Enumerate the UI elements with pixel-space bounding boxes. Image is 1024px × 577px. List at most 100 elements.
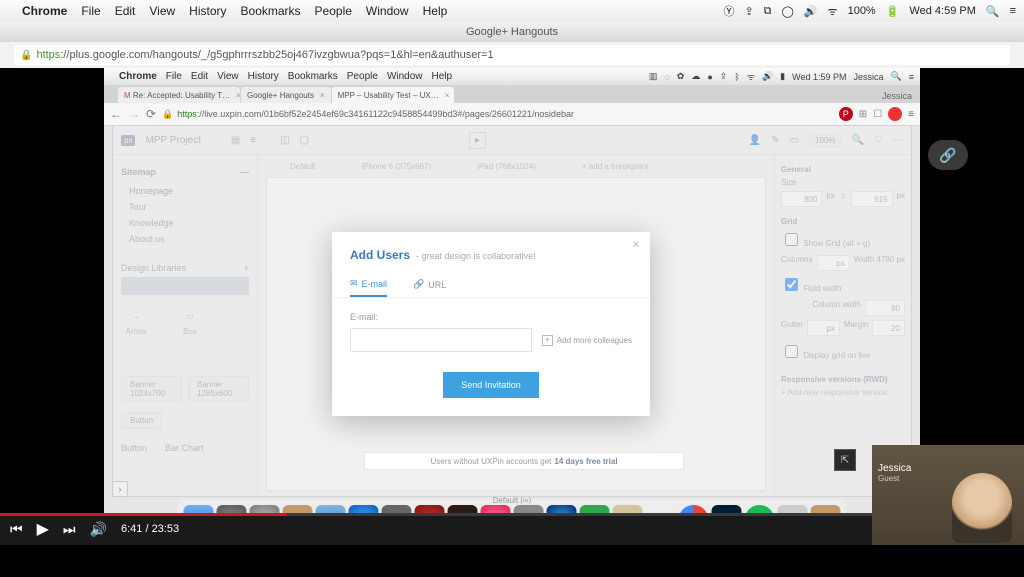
breakpoint[interactable]: Default [290, 162, 315, 171]
inner-clock[interactable]: Wed 1:59 PM [792, 72, 846, 82]
toolbar-icon[interactable]: ≡ [250, 135, 256, 146]
uxpin-ext-icon[interactable] [888, 107, 902, 121]
volume-icon[interactable]: 🔊 [762, 71, 773, 82]
ext-icon[interactable]: ☐ [873, 109, 882, 120]
close-icon[interactable]: × [445, 91, 450, 100]
banner-preset[interactable]: Banner 1285x600 [188, 376, 249, 402]
gutter-input[interactable]: px [807, 320, 840, 336]
back-icon[interactable]: ← [110, 107, 122, 121]
spotlight-icon[interactable]: 🔍 [986, 5, 1000, 18]
element-button[interactable]: Button [121, 443, 147, 453]
box-shape-icon[interactable]: ▭ [175, 305, 205, 327]
zoom-level[interactable]: 100% [809, 134, 841, 147]
bluetooth-icon[interactable]: ᛒ [734, 72, 739, 82]
prev-icon[interactable]: ⏮ [10, 521, 23, 538]
inner-menu-history[interactable]: History [248, 71, 279, 82]
fluid-width-checkbox[interactable] [785, 278, 798, 291]
outer-menu-bookmarks[interactable]: Bookmarks [241, 4, 301, 18]
play-preview-icon[interactable]: ▸ [469, 132, 486, 149]
panel-expand-handle[interactable]: › [112, 481, 128, 497]
outer-menu-file[interactable]: File [81, 4, 100, 18]
collapse-icon[interactable]: — [240, 167, 249, 177]
favorite-icon[interactable]: ♡ [874, 135, 883, 146]
email-input[interactable] [350, 328, 532, 352]
menubar-extra-icon[interactable]: ✿ [677, 71, 685, 82]
battery-icon[interactable]: ▮ [780, 71, 785, 82]
display-icon[interactable]: ◯ [782, 5, 794, 18]
panel-section[interactable]: Grid [781, 217, 905, 226]
add-icon[interactable]: + [244, 263, 249, 273]
banner-preset[interactable]: Banner 1024x700 [121, 376, 182, 402]
tab-email[interactable]: ✉E-mail [350, 272, 387, 297]
toolbar-icon[interactable]: ▢ [300, 135, 309, 146]
inner-user-badge[interactable]: Jessica [874, 91, 920, 103]
notification-center-icon[interactable]: ≡ [909, 72, 914, 82]
display-grid-live-checkbox[interactable] [785, 345, 798, 358]
sitemap-header[interactable]: Sitemap [121, 167, 156, 177]
libraries-header[interactable]: Design Libraries [121, 263, 186, 273]
hangout-link-icon[interactable]: 🔗 [928, 140, 968, 170]
outer-chrome-url-field[interactable]: 🔒 https://plus.google.com/hangouts/_/g5g… [14, 45, 1010, 65]
volume-icon[interactable]: 🔊 [90, 521, 107, 538]
add-rwd-button[interactable]: + Add new responsive version [781, 388, 905, 397]
pinterest-ext-icon[interactable]: P [839, 107, 853, 121]
popout-icon[interactable]: ⇱ [834, 449, 856, 471]
comment-icon[interactable]: ✎ [771, 135, 779, 146]
screen-icon[interactable]: ⧉ [764, 5, 772, 18]
toolbar-icon[interactable]: ▦ [231, 135, 240, 146]
outer-chrome-tab-title[interactable]: Google+ Hangouts [466, 26, 558, 38]
outer-menu-chrome[interactable]: Chrome [22, 4, 67, 18]
page-item[interactable]: Knowledge [121, 215, 249, 231]
inner-url-field[interactable]: 🔒 https://live.uxpin.com/01b6bf52e2454ef… [162, 109, 833, 120]
breakpoint[interactable]: iPad (768x1024) [477, 162, 536, 171]
menubar-extra-icon[interactable]: ▥ [649, 71, 658, 82]
inner-tab-uxpin[interactable]: MPP – Usability Test – UX…× [332, 87, 454, 103]
chrome-menu-icon[interactable]: ≡ [908, 109, 914, 120]
margin-input[interactable]: 20 [872, 320, 905, 336]
toolbar-icon[interactable]: ◫ [280, 135, 289, 146]
forward-icon[interactable]: → [128, 107, 140, 121]
inner-menu-people[interactable]: People [347, 71, 378, 82]
inner-menu-file[interactable]: File [166, 71, 182, 82]
width-input[interactable]: 800 [781, 191, 822, 207]
more-icon[interactable]: ⋯ [893, 135, 903, 146]
dropbox-icon[interactable]: ⇪ [744, 5, 753, 18]
page-item[interactable]: Tour [121, 199, 249, 215]
search-icon[interactable]: 🔍 [852, 135, 864, 146]
page-item[interactable]: About us [121, 231, 249, 247]
next-icon[interactable]: ⏭ [63, 521, 76, 538]
send-invitation-button[interactable]: Send Invitation [443, 372, 539, 398]
inner-tab-hangouts[interactable]: Google+ Hangouts× [241, 87, 331, 103]
inner-user[interactable]: Jessica [854, 72, 884, 82]
menubar-extra-icon[interactable]: ● [707, 72, 712, 82]
col-width-input[interactable]: 80 [865, 300, 905, 316]
columns-input[interactable]: px [817, 255, 850, 271]
close-icon[interactable]: ✕ [632, 240, 640, 251]
add-more-button[interactable]: +Add more colleagues [542, 335, 632, 346]
height-input[interactable]: 515 [851, 191, 892, 207]
evernote-icon[interactable]: Ⓨ [723, 3, 734, 19]
element-button[interactable]: Button [121, 412, 162, 429]
notification-center-icon[interactable]: ≡ [1010, 5, 1016, 17]
inner-menu-window[interactable]: Window [387, 71, 423, 82]
inner-menu-bookmarks[interactable]: Bookmarks [288, 71, 338, 82]
preview-icon[interactable]: ▭ [790, 135, 799, 146]
clock[interactable]: Wed 4:59 PM [909, 5, 975, 17]
battery-icon[interactable]: 🔋 [886, 5, 900, 18]
arrow-shape-icon[interactable]: → [121, 305, 151, 327]
element-bar-chart[interactable]: Bar Chart [165, 443, 204, 453]
tab-url[interactable]: 🔗URL [413, 272, 446, 297]
uxpin-logo-icon[interactable]: px [121, 135, 135, 146]
library-dropdown[interactable] [121, 277, 249, 295]
outer-menu-history[interactable]: History [189, 4, 226, 18]
reload-icon[interactable]: ⟳ [146, 107, 156, 121]
wifi-icon[interactable]: ᯤ [828, 4, 838, 19]
seek-bar[interactable] [0, 513, 1024, 516]
page-item[interactable]: Homepage [121, 183, 249, 199]
inner-menu-help[interactable]: Help [432, 71, 453, 82]
play-icon[interactable]: ▶ [37, 519, 49, 539]
wifi-icon[interactable]: ᯤ [747, 70, 755, 83]
breakpoint[interactable]: iPhone 6 (375x667) [361, 162, 431, 171]
outer-menu-window[interactable]: Window [366, 4, 409, 18]
inner-tab-mail[interactable]: M Re: Accepted: Usability T…× [118, 87, 240, 103]
